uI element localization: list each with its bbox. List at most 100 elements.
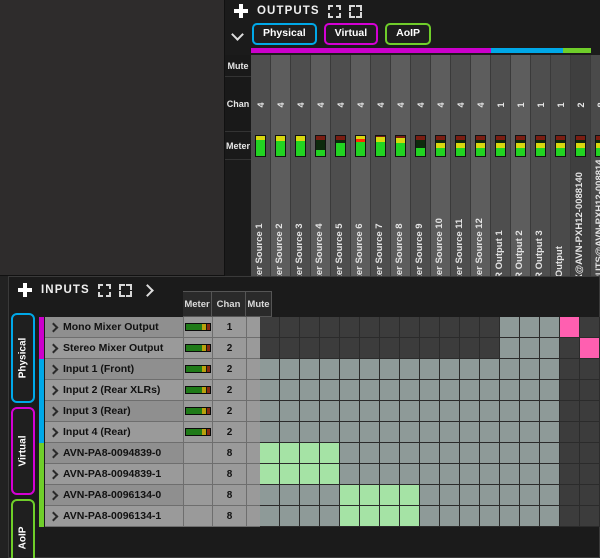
chevron-right-icon[interactable]: [49, 365, 58, 374]
crosspoint-cell[interactable]: [500, 338, 520, 359]
crosspoint-cell[interactable]: [420, 506, 440, 527]
crosspoint-cell[interactable]: [460, 338, 480, 359]
crosspoint-cell[interactable]: [340, 485, 360, 506]
crosspoint-cell[interactable]: [280, 380, 300, 401]
crosspoint-cell[interactable]: [560, 401, 580, 422]
crosspoint-cell[interactable]: [400, 359, 420, 380]
crosspoint-cell[interactable]: [380, 401, 400, 422]
crosspoint-cell[interactable]: [280, 338, 300, 359]
output-mute-cell[interactable]: [431, 55, 451, 77]
output-mute-cell[interactable]: [271, 55, 291, 77]
crosspoint-cell[interactable]: [460, 380, 480, 401]
crosspoint-cell[interactable]: [560, 485, 580, 506]
inputs-side-tab-virtual[interactable]: Virtual: [11, 407, 35, 495]
crosspoint-cell[interactable]: [500, 359, 520, 380]
input-row-name-cell[interactable]: Input 3 (Rear): [45, 401, 183, 422]
chevron-right-icon[interactable]: [49, 449, 58, 458]
crosspoint-cell[interactable]: [500, 485, 520, 506]
input-row-name-cell[interactable]: Stereo Mixer Output: [45, 338, 183, 359]
crosspoint-cell[interactable]: [500, 506, 520, 527]
crosspoint-cell[interactable]: [320, 464, 340, 485]
crosspoint-cell[interactable]: [420, 380, 440, 401]
crosspoint-cell[interactable]: [280, 443, 300, 464]
crosspoint-cell[interactable]: [260, 422, 280, 443]
crosspoint-cell[interactable]: [400, 422, 420, 443]
crosspoint-cell[interactable]: [540, 338, 560, 359]
crosspoint-cell[interactable]: [300, 380, 320, 401]
crosspoint-cell[interactable]: [320, 443, 340, 464]
crosspoint-cell[interactable]: [480, 443, 500, 464]
input-row-name-cell[interactable]: Input 4 (Rear): [45, 422, 183, 443]
filter-tab-aoip[interactable]: AoIP: [385, 23, 431, 45]
crosspoint-cell[interactable]: [400, 401, 420, 422]
crosspoint-cell[interactable]: [520, 380, 540, 401]
crosspoint-cell[interactable]: [540, 506, 560, 527]
crosspoint-cell[interactable]: [280, 506, 300, 527]
crosspoint-cell[interactable]: [540, 464, 560, 485]
crosspoint-cell[interactable]: [460, 422, 480, 443]
add-output-icon[interactable]: [233, 3, 249, 19]
crosspoint-cell[interactable]: [300, 422, 320, 443]
crosspoint-cell[interactable]: [540, 485, 560, 506]
crosspoint-cell[interactable]: [540, 443, 560, 464]
crosspoint-cell[interactable]: [580, 317, 600, 338]
crosspoint-cell[interactable]: [320, 338, 340, 359]
crosspoint-cell[interactable]: [480, 506, 500, 527]
crosspoint-cell[interactable]: [560, 443, 580, 464]
crosspoint-cell[interactable]: [460, 443, 480, 464]
crosspoint-cell[interactable]: [400, 485, 420, 506]
output-mute-cell[interactable]: [491, 55, 511, 77]
crosspoint-cell[interactable]: [420, 422, 440, 443]
crosspoint-cell[interactable]: [360, 464, 380, 485]
crosspoint-cell[interactable]: [380, 464, 400, 485]
crosspoint-cell[interactable]: [340, 338, 360, 359]
output-mute-cell[interactable]: [451, 55, 471, 77]
crosspoint-cell[interactable]: [360, 338, 380, 359]
input-row-name-cell[interactable]: Input 2 (Rear XLRs): [45, 380, 183, 401]
chevron-right-icon[interactable]: [49, 407, 58, 416]
crosspoint-cell[interactable]: [280, 422, 300, 443]
crosspoint-cell[interactable]: [560, 422, 580, 443]
output-mute-cell[interactable]: [371, 55, 391, 77]
crosspoint-cell[interactable]: [580, 380, 600, 401]
crosspoint-cell[interactable]: [480, 317, 500, 338]
crosspoint-cell[interactable]: [380, 485, 400, 506]
crosspoint-cell[interactable]: [420, 485, 440, 506]
crosspoint-cell[interactable]: [260, 464, 280, 485]
crosspoint-cell[interactable]: [380, 443, 400, 464]
crosspoint-cell[interactable]: [580, 506, 600, 527]
crosspoint-cell[interactable]: [440, 464, 460, 485]
crosspoint-cell[interactable]: [520, 422, 540, 443]
crosspoint-cell[interactable]: [280, 317, 300, 338]
crosspoint-cell[interactable]: [560, 506, 580, 527]
crosspoint-cell[interactable]: [360, 401, 380, 422]
output-mute-cell[interactable]: [411, 55, 431, 77]
crosspoint-cell[interactable]: [260, 317, 280, 338]
crosspoint-cell[interactable]: [260, 401, 280, 422]
crosspoint-cell[interactable]: [540, 380, 560, 401]
crosspoint-cell[interactable]: [380, 359, 400, 380]
output-mute-cell[interactable]: [331, 55, 351, 77]
crosspoint-cell[interactable]: [520, 359, 540, 380]
output-mute-cell[interactable]: [391, 55, 411, 77]
input-row-name-cell[interactable]: Mono Mixer Output: [45, 317, 183, 338]
expand-icon[interactable]: [349, 5, 362, 18]
crosspoint-cell[interactable]: [580, 422, 600, 443]
crosspoint-cell[interactable]: [540, 401, 560, 422]
crosspoint-cell[interactable]: [280, 359, 300, 380]
crosspoint-cell[interactable]: [340, 464, 360, 485]
crosspoint-cell[interactable]: [260, 485, 280, 506]
crosspoint-cell[interactable]: [440, 317, 460, 338]
crosspoint-cell[interactable]: [520, 506, 540, 527]
crosspoint-cell[interactable]: [580, 401, 600, 422]
crosspoint-cell[interactable]: [460, 464, 480, 485]
crosspoint-cell[interactable]: [480, 464, 500, 485]
crosspoint-cell[interactable]: [380, 506, 400, 527]
crosspoint-cell[interactable]: [460, 485, 480, 506]
crosspoint-cell[interactable]: [260, 380, 280, 401]
inputs-side-tab-aoip[interactable]: AoIP: [11, 499, 35, 558]
chevron-down-icon[interactable]: [231, 27, 245, 41]
crosspoint-cell[interactable]: [480, 338, 500, 359]
filter-tab-physical[interactable]: Physical: [252, 23, 317, 45]
crosspoint-cell[interactable]: [480, 401, 500, 422]
